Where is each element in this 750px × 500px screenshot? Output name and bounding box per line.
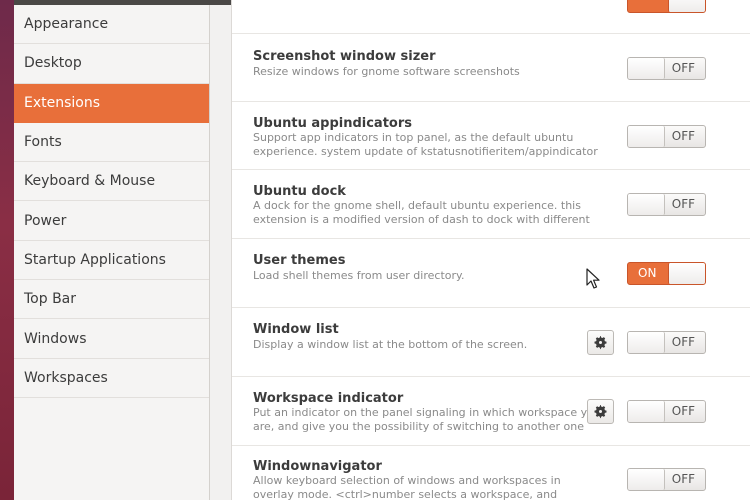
extension-title: Ubuntu dock bbox=[253, 184, 346, 199]
extension-description: Load shell themes from user directory. bbox=[253, 269, 465, 282]
gear-icon bbox=[594, 404, 607, 419]
extension-title: Ubuntu appindicators bbox=[253, 116, 412, 131]
sidebar-item-startup-applications[interactable]: Startup Applications bbox=[14, 241, 209, 281]
sidebar: Appearance Desktop Extensions Fonts Keyb… bbox=[14, 5, 210, 500]
extension-row-workspace-indicator: Workspace indicator Put an indicator on … bbox=[232, 377, 750, 446]
sidebar-item-desktop[interactable]: Desktop bbox=[14, 44, 209, 84]
sidebar-item-top-bar[interactable]: Top Bar bbox=[14, 280, 209, 320]
extension-description: Support app indicators in top panel, as … bbox=[253, 131, 598, 158]
extension-title: Screenshot window sizer bbox=[253, 49, 436, 64]
extension-row-screenshot-window-sizer: Screenshot window sizer Resize windows f… bbox=[232, 34, 750, 102]
sidebar-item-keyboard-mouse[interactable]: Keyboard & Mouse bbox=[14, 162, 209, 202]
extensions-panel: Screenshot window sizer Resize windows f… bbox=[211, 0, 750, 500]
tweaks-window: Appearance Desktop Extensions Fonts Keyb… bbox=[14, 0, 750, 500]
extension-toggle-ubuntu-dock[interactable]: OFF bbox=[627, 193, 706, 216]
extension-description: Display a window list at the bottom of t… bbox=[253, 338, 528, 351]
toggle-knob bbox=[628, 126, 665, 147]
sidebar-item-appearance[interactable]: Appearance bbox=[14, 5, 209, 45]
toggle-label: OFF bbox=[671, 404, 695, 418]
extension-toggle-user-themes[interactable]: ON bbox=[627, 262, 706, 285]
extension-title: User themes bbox=[253, 253, 346, 268]
extension-title: Window list bbox=[253, 322, 339, 337]
extensions-list[interactable]: Screenshot window sizer Resize windows f… bbox=[231, 0, 750, 500]
sidebar-item-power[interactable]: Power bbox=[14, 201, 209, 241]
toggle-knob bbox=[628, 469, 665, 490]
toggle-knob bbox=[628, 401, 665, 422]
toggle-label: ON bbox=[638, 266, 657, 280]
extension-toggle-ubuntu-appindicators[interactable]: OFF bbox=[627, 125, 706, 148]
sidebar-item-extensions[interactable]: Extensions bbox=[14, 83, 209, 123]
extension-toggle-partial[interactable] bbox=[627, 0, 706, 13]
sidebar-item-windows[interactable]: Windows bbox=[14, 319, 209, 359]
sidebar-item-workspaces[interactable]: Workspaces bbox=[14, 359, 209, 398]
toggle-knob bbox=[628, 332, 665, 353]
extension-toggle-windownavigator[interactable]: OFF bbox=[627, 468, 706, 491]
extension-settings-button-window-list[interactable] bbox=[587, 330, 614, 355]
toggle-label: OFF bbox=[671, 61, 695, 75]
mouse-cursor-icon bbox=[586, 268, 600, 289]
toggle-knob bbox=[628, 194, 665, 215]
gear-icon bbox=[594, 335, 607, 350]
toggle-label: OFF bbox=[671, 197, 695, 211]
extension-row-ubuntu-dock: Ubuntu dock A dock for the gnome shell, … bbox=[232, 170, 750, 239]
toggle-label: OFF bbox=[671, 472, 695, 486]
extension-description: Resize windows for gnome software screen… bbox=[253, 65, 520, 78]
extension-row-window-list: Window list Display a window list at the… bbox=[232, 308, 750, 377]
extension-row-ubuntu-appindicators: Ubuntu appindicators Support app indicat… bbox=[232, 102, 750, 170]
extension-row-partial bbox=[232, 0, 750, 34]
toggle-label: OFF bbox=[671, 335, 695, 349]
extension-description: Put an indicator on the panel signaling … bbox=[253, 406, 601, 433]
extension-description: Allow keyboard selection of windows and … bbox=[253, 474, 561, 500]
extension-row-windownavigator: Windownavigator Allow keyboard selection… bbox=[232, 446, 750, 500]
toggle-label: OFF bbox=[671, 129, 695, 143]
toggle-knob bbox=[668, 0, 705, 12]
extension-title: Workspace indicator bbox=[253, 391, 404, 406]
extension-toggle-screenshot-window-sizer[interactable]: OFF bbox=[627, 57, 706, 80]
extension-toggle-window-list[interactable]: OFF bbox=[627, 331, 706, 354]
sidebar-item-fonts[interactable]: Fonts bbox=[14, 123, 209, 163]
toggle-knob bbox=[628, 58, 665, 79]
toggle-knob bbox=[668, 263, 705, 284]
extension-row-user-themes: User themes Load shell themes from user … bbox=[232, 239, 750, 308]
extension-settings-button-workspace-indicator[interactable] bbox=[587, 399, 614, 424]
extension-toggle-workspace-indicator[interactable]: OFF bbox=[627, 400, 706, 423]
extension-description: A dock for the gnome shell, default ubun… bbox=[253, 199, 590, 226]
extension-title: Windownavigator bbox=[253, 459, 382, 474]
